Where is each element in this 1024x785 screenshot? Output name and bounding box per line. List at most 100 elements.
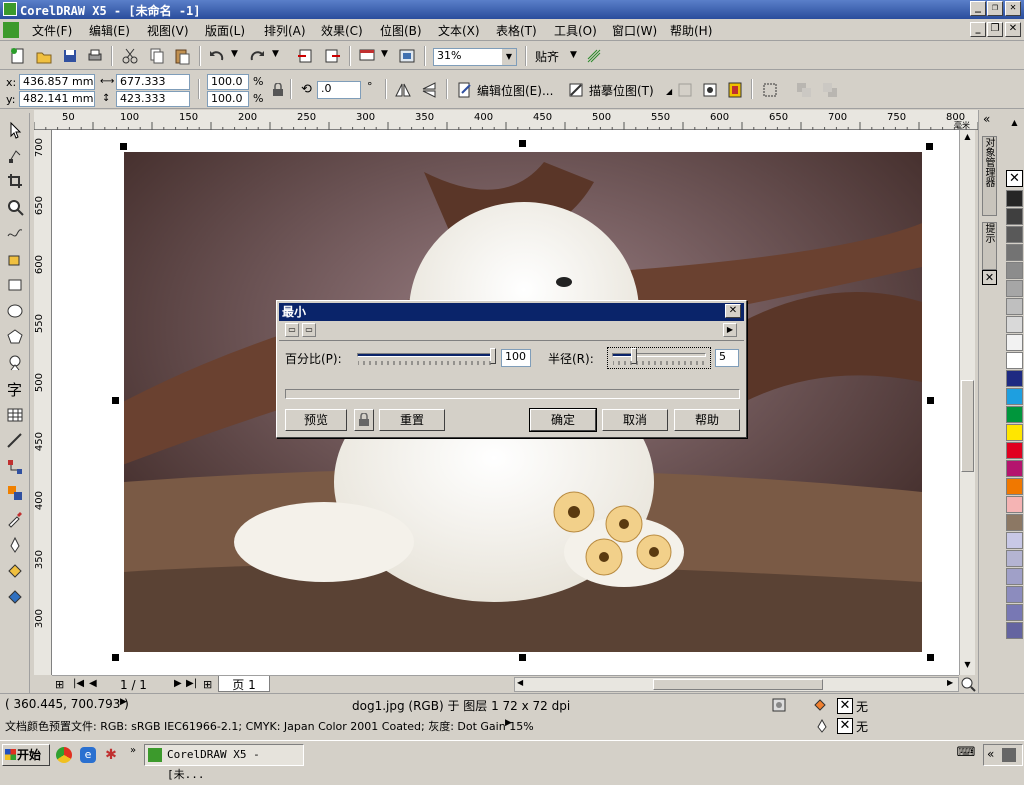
scale-height-input[interactable]: 100.0 — [207, 91, 249, 107]
docker-tab-object-manager[interactable]: 对象管理器 — [982, 136, 997, 216]
cancel-button[interactable]: 取消 — [602, 409, 668, 431]
table-tool-icon[interactable] — [6, 406, 24, 424]
horizontal-scrollbar[interactable]: ◀ ▶ — [514, 677, 959, 692]
shape-tool-icon[interactable] — [6, 147, 24, 165]
dialog-close-button[interactable]: ✕ — [725, 304, 741, 318]
app-quicklaunch-icon[interactable]: ✱ — [103, 747, 119, 763]
open-icon[interactable] — [35, 47, 53, 65]
color-swatch[interactable] — [1006, 370, 1023, 387]
save-icon[interactable] — [61, 47, 79, 65]
mirror-vertical-icon[interactable] — [420, 81, 438, 99]
color-swatch[interactable] — [1006, 550, 1023, 567]
wrap-text-icon[interactable] — [761, 81, 779, 99]
outline-pen-tool-icon[interactable] — [6, 536, 24, 554]
trace-bitmap-icon[interactable] — [567, 81, 585, 99]
vertical-scrollbar[interactable]: ▲ ▼ — [959, 130, 975, 675]
lock-ratio-icon[interactable] — [272, 83, 284, 97]
x-position-input[interactable]: 436.857 mm — [19, 74, 95, 90]
auto-preview-lock-button[interactable] — [354, 409, 374, 431]
color-profile-expand-icon[interactable]: ▶ — [505, 718, 512, 728]
snap-dropdown-icon[interactable]: ▼ — [570, 50, 577, 60]
ellipse-tool-icon[interactable] — [6, 302, 24, 320]
fill-none-swatch-icon[interactable]: ✕ — [837, 698, 853, 714]
selection-handle[interactable] — [927, 397, 934, 404]
color-swatch[interactable] — [1006, 424, 1023, 441]
selection-handle[interactable] — [519, 140, 526, 147]
pick-tool-icon[interactable] — [6, 121, 24, 139]
dimension-tool-icon[interactable] — [6, 432, 24, 450]
bitmap-color-mask-icon[interactable] — [726, 81, 744, 99]
color-swatch[interactable] — [1006, 586, 1023, 603]
color-swatch[interactable] — [1006, 568, 1023, 585]
print-icon[interactable] — [86, 47, 104, 65]
mirror-horizontal-icon[interactable] — [394, 81, 412, 99]
palette-scroll-up-icon[interactable]: ▲ — [1007, 118, 1022, 132]
menu-layout[interactable]: 版面(L) — [205, 22, 245, 39]
menu-file[interactable]: 文件(F) — [32, 22, 72, 39]
zoom-level-select[interactable]: 31% ▼ — [433, 48, 517, 66]
color-swatch[interactable] — [1006, 226, 1023, 243]
last-page-icon[interactable]: ▶| — [186, 678, 197, 689]
scroll-down-icon[interactable]: ▼ — [961, 660, 974, 674]
color-swatch[interactable] — [1006, 298, 1023, 315]
keyboard-tray-icon[interactable]: ⌨ — [956, 745, 976, 763]
color-swatch[interactable] — [1006, 460, 1023, 477]
doc-restore-button[interactable]: ❐ — [987, 22, 1003, 37]
scroll-right-icon[interactable]: ▶ — [947, 678, 953, 687]
polygon-tool-icon[interactable] — [6, 328, 24, 346]
trace-dropdown-icon[interactable]: ◢ — [666, 87, 672, 96]
browser-quicklaunch-icon[interactable]: e — [80, 747, 96, 763]
menu-arrange[interactable]: 排列(A) — [264, 22, 306, 39]
first-page-icon[interactable]: |◀ — [73, 678, 84, 689]
color-swatch[interactable] — [1006, 280, 1023, 297]
vertical-ruler[interactable]: 700 650 600 550 500 450 400 350 300 — [34, 130, 52, 675]
rectangle-tool-icon[interactable] — [6, 276, 24, 294]
selection-handle[interactable] — [927, 654, 934, 661]
color-swatch[interactable] — [1006, 334, 1023, 351]
color-swatch[interactable] — [1006, 262, 1023, 279]
color-swatch[interactable] — [1006, 316, 1023, 333]
task-coreldraw[interactable]: CorelDRAW X5 - [未... — [144, 744, 304, 781]
menu-tools[interactable]: 工具(O) — [554, 22, 597, 39]
selection-handle[interactable] — [926, 143, 933, 150]
close-button[interactable]: ✕ — [1005, 1, 1021, 16]
snap-to-menu[interactable]: 贴齐 — [535, 48, 559, 65]
color-swatch[interactable] — [1006, 496, 1023, 513]
preview-button[interactable]: 预览 — [285, 409, 347, 431]
chrome-quicklaunch-icon[interactable] — [56, 747, 72, 763]
copy-icon[interactable] — [148, 47, 166, 65]
dialog-expand-icon[interactable]: ▶ — [723, 323, 737, 337]
freehand-tool-icon[interactable] — [6, 224, 24, 242]
new-icon[interactable] — [9, 47, 27, 65]
rotation-angle-input[interactable]: .0 — [317, 81, 361, 99]
to-back-icon[interactable] — [821, 81, 839, 99]
selection-handle[interactable] — [112, 397, 119, 404]
percent-input[interactable]: 100 — [501, 349, 531, 367]
text-tool-icon[interactable]: 字 — [7, 379, 22, 400]
application-launcher-icon[interactable] — [358, 47, 376, 65]
interactive-fill-tool-icon[interactable] — [6, 588, 24, 606]
radius-input[interactable]: 5 — [715, 349, 739, 367]
crop-bitmap-icon[interactable] — [676, 81, 694, 99]
undo-icon[interactable] — [208, 47, 226, 65]
minimize-button[interactable]: _ — [970, 1, 986, 16]
help-button[interactable]: 帮助 — [674, 409, 740, 431]
quicklaunch-more-icon[interactable]: » — [130, 745, 136, 756]
color-swatch[interactable] — [1006, 352, 1023, 369]
color-proof-icon[interactable] — [772, 698, 786, 712]
color-swatch[interactable] — [1006, 190, 1023, 207]
redo-icon[interactable] — [248, 47, 266, 65]
chevron-down-icon[interactable]: ▼ — [502, 49, 516, 65]
menu-effects[interactable]: 效果(C) — [321, 22, 363, 39]
width-input[interactable]: 677.333 mm — [116, 74, 190, 102]
doc-minimize-button[interactable]: _ — [970, 22, 986, 37]
color-swatch[interactable] — [1006, 442, 1023, 459]
outline-none-swatch-icon[interactable]: ✕ — [837, 718, 853, 734]
tray-app-icon[interactable] — [1002, 748, 1016, 762]
color-swatch[interactable] — [1006, 604, 1023, 621]
docker-tab-hints[interactable]: 提示 — [982, 222, 997, 270]
color-swatch[interactable] — [1006, 406, 1023, 423]
scale-width-input[interactable]: 100.0 — [207, 74, 249, 90]
no-color-swatch-icon[interactable]: ✕ — [1006, 170, 1023, 187]
blend-tool-icon[interactable] — [6, 484, 24, 502]
